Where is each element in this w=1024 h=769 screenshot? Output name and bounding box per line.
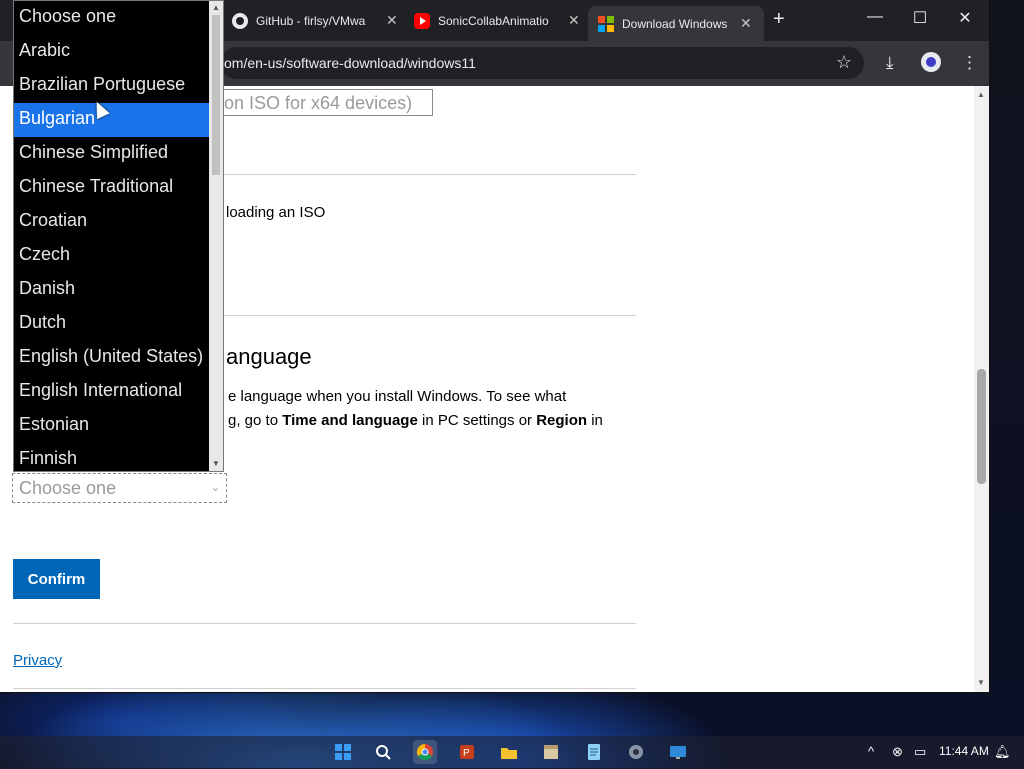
language-option[interactable]: Danish bbox=[14, 273, 223, 307]
chrome-taskbar-button[interactable] bbox=[413, 740, 437, 764]
downloading-text: loading an ISO bbox=[226, 204, 326, 221]
language-option[interactable]: Chinese Traditional bbox=[14, 171, 223, 205]
desc-text: in bbox=[587, 412, 603, 429]
folder-icon bbox=[501, 748, 517, 759]
maximize-button[interactable]: ☐ bbox=[910, 8, 930, 28]
url-text: om/en-us/software-download/windows11 bbox=[224, 55, 476, 71]
chevron-down-icon: ⌄ bbox=[210, 482, 220, 494]
close-tab-icon[interactable]: ✕ bbox=[740, 15, 752, 32]
scrollbar-thumb[interactable] bbox=[977, 369, 986, 484]
language-option[interactable]: Arabic bbox=[14, 35, 223, 69]
time-and-language-bold: Time and language bbox=[282, 412, 418, 429]
address-bar[interactable]: om/en-us/software-download/windows11 ☆ bbox=[220, 47, 864, 79]
close-window-button[interactable]: ✕ bbox=[955, 8, 975, 28]
dropdown-scrollbar-thumb[interactable] bbox=[212, 15, 220, 175]
remote-desktop-taskbar-button[interactable] bbox=[666, 740, 690, 764]
language-description-line1: e language when you install Windows. To … bbox=[228, 388, 567, 405]
language-select[interactable]: Choose one ⌄ bbox=[12, 473, 227, 503]
tab-title: Download Windows bbox=[622, 16, 728, 31]
powerpoint-icon: P bbox=[460, 745, 474, 759]
svg-text:P: P bbox=[463, 748, 470, 759]
privacy-link[interactable]: Privacy bbox=[13, 652, 62, 669]
language-option[interactable]: Estonian bbox=[14, 409, 223, 443]
dropdown-scrollbar[interactable]: ▲ ▼ bbox=[209, 1, 223, 471]
clapperboard-icon bbox=[544, 745, 558, 759]
language-option[interactable]: Czech bbox=[14, 239, 223, 273]
confirm-button[interactable]: Confirm bbox=[13, 559, 100, 599]
language-option[interactable]: Dutch bbox=[14, 307, 223, 341]
page-scrollbar[interactable]: ▲ ▼ bbox=[974, 86, 989, 692]
search-button[interactable] bbox=[371, 740, 395, 764]
scroll-down-arrow-icon[interactable]: ▼ bbox=[212, 459, 220, 468]
tab-title: GitHub - firlsy/VMwa bbox=[256, 13, 366, 28]
region-bold: Region bbox=[536, 412, 588, 429]
profile-avatar[interactable] bbox=[921, 52, 941, 72]
scroll-up-arrow-icon[interactable]: ▲ bbox=[977, 90, 985, 99]
language-option[interactable]: Bulgarian bbox=[14, 103, 223, 137]
powerpoint-taskbar-button[interactable]: P bbox=[455, 740, 479, 764]
edition-select-value: on ISO for x64 devices) bbox=[224, 93, 413, 113]
language-option[interactable]: English International bbox=[14, 375, 223, 409]
new-tab-button[interactable]: + bbox=[773, 8, 785, 31]
divider bbox=[13, 623, 636, 624]
desc-text: in PC settings or bbox=[417, 412, 537, 429]
notepad-taskbar-button[interactable] bbox=[582, 740, 606, 764]
close-tab-icon[interactable]: ✕ bbox=[568, 12, 580, 29]
tab-download-windows[interactable]: Download Windows ✕ bbox=[588, 6, 764, 41]
microsoft-icon bbox=[598, 15, 614, 32]
download-icon[interactable]: ⤓ bbox=[886, 53, 894, 73]
youtube-icon bbox=[414, 12, 430, 29]
notepad-icon bbox=[588, 744, 600, 760]
language-option[interactable]: Choose one bbox=[14, 1, 223, 35]
github-icon bbox=[232, 12, 248, 29]
windows-logo-icon bbox=[335, 744, 351, 760]
tab-title: SonicCollabAnimatio bbox=[438, 13, 549, 28]
network-icon[interactable]: ⊗ bbox=[892, 744, 903, 760]
scroll-up-arrow-icon[interactable]: ▲ bbox=[212, 3, 220, 12]
tab-soniccollab[interactable]: SonicCollabAnimatio ✕ bbox=[404, 6, 580, 35]
settings-taskbar-button[interactable] bbox=[624, 740, 648, 764]
language-select-placeholder: Choose one bbox=[19, 478, 117, 498]
language-heading: anguage bbox=[226, 344, 312, 369]
desc-text: g, go to bbox=[228, 412, 283, 429]
chevron-up-icon[interactable]: ^ bbox=[868, 744, 874, 759]
bookmark-star-icon[interactable]: ☆ bbox=[836, 52, 852, 73]
language-option[interactable]: Chinese Simplified bbox=[14, 137, 223, 171]
chrome-icon bbox=[416, 743, 433, 761]
notification-bell-icon[interactable]: 🔔︎ bbox=[994, 744, 1011, 760]
language-option[interactable]: Finnish bbox=[14, 443, 223, 471]
taskbar: P ^ ⊗ ▭ 11:44 AM 🔔︎ bbox=[0, 736, 1024, 768]
clock[interactable]: 11:44 AM bbox=[939, 744, 989, 758]
edition-select[interactable]: on ISO for x64 devices) bbox=[220, 89, 433, 116]
minimize-button[interactable]: — bbox=[865, 8, 885, 26]
menu-kebab-icon[interactable]: ⋮ bbox=[961, 53, 978, 73]
divider bbox=[13, 688, 636, 689]
app-taskbar-button[interactable] bbox=[539, 740, 563, 764]
search-icon bbox=[376, 745, 391, 760]
display-icon[interactable]: ▭ bbox=[914, 744, 926, 760]
language-option[interactable]: English (United States) bbox=[14, 341, 223, 375]
start-button[interactable] bbox=[331, 740, 355, 764]
close-tab-icon[interactable]: ✕ bbox=[386, 12, 398, 29]
scroll-down-arrow-icon[interactable]: ▼ bbox=[977, 678, 985, 687]
gear-icon bbox=[629, 745, 643, 759]
file-explorer-taskbar-button[interactable] bbox=[497, 740, 521, 764]
tab-github[interactable]: GitHub - firlsy/VMwa ✕ bbox=[222, 6, 398, 35]
language-description-line2: g, go to Time and language in PC setting… bbox=[228, 412, 603, 429]
language-option[interactable]: Croatian bbox=[14, 205, 223, 239]
language-dropdown-list[interactable]: Choose one Arabic Brazilian Portuguese Bulg… bbox=[13, 0, 224, 472]
language-option[interactable]: Brazilian Portuguese bbox=[14, 69, 223, 103]
remote-desktop-icon bbox=[670, 746, 686, 759]
